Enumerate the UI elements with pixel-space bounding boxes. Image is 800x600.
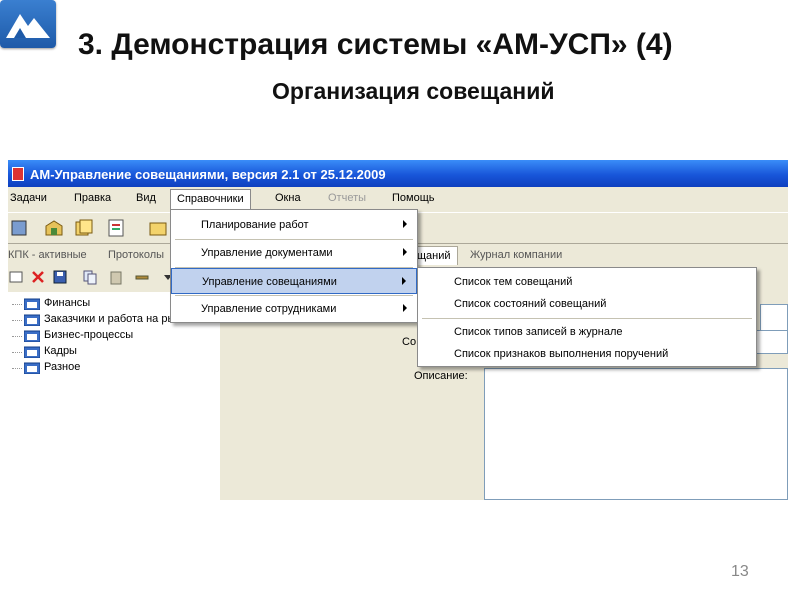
slide-subtitle: Организация совещаний: [272, 78, 555, 104]
description-label: Описание:: [414, 370, 468, 382]
submenu-meeting-topics[interactable]: Список тем совещаний: [418, 272, 756, 292]
meetings-submenu: Список тем совещаний Список состояний со…: [417, 267, 757, 367]
menu-bar: Задачи Правка Вид Справочники Окна Отчет…: [8, 189, 788, 211]
slide-title: 3. Демонстрация системы «АМ-УСП» (4): [78, 28, 673, 61]
menu-tasks[interactable]: Задачи: [10, 192, 47, 204]
tab-company-journal[interactable]: Журнал компании: [470, 249, 562, 261]
menu-reports[interactable]: Отчеты: [328, 192, 366, 204]
window-titlebar[interactable]: АМ-Управление совещаниями, версия 2.1 от…: [8, 160, 788, 187]
submenu-task-completion-flags[interactable]: Список признаков выполнения поручений: [418, 344, 756, 364]
menu-view[interactable]: Вид: [136, 192, 156, 204]
app-screenshot: АМ-Управление совещаниями, версия 2.1 от…: [8, 160, 788, 500]
menu-item-document-management[interactable]: Управление документами: [171, 240, 417, 266]
menu-windows[interactable]: Окна: [275, 192, 301, 204]
folder-toolbar-icon[interactable]: [148, 218, 168, 238]
folder-icon: [24, 346, 40, 358]
company-logo: [0, 0, 56, 48]
app-icon: [12, 167, 24, 181]
folder-icon: [24, 330, 40, 342]
submenu-meeting-states[interactable]: Список состояний совещаний: [418, 294, 756, 314]
submenu-arrow-icon: [403, 220, 407, 228]
tab-protocols[interactable]: Протоколы: [108, 249, 164, 261]
tasks-toolbar-icon[interactable]: [10, 218, 30, 238]
package-toolbar-icon[interactable]: [44, 218, 64, 238]
category-tree: Финансы Заказчики и работа на рынке Бизн…: [8, 292, 220, 500]
window-title: АМ-Управление совещаниями, версия 2.1 от…: [30, 167, 386, 182]
submenu-arrow-icon: [403, 248, 407, 256]
menu-edit[interactable]: Правка: [74, 192, 111, 204]
menu-item-meeting-management[interactable]: Управление совещаниями: [171, 268, 417, 294]
menu-item-staff-management[interactable]: Управление сотрудниками: [171, 296, 417, 322]
description-textarea[interactable]: [484, 368, 788, 500]
list-toolbar-icon[interactable]: [106, 218, 126, 238]
paste-icon[interactable]: [108, 269, 124, 285]
submenu-arrow-icon: [403, 304, 407, 312]
page-number: 13: [731, 563, 749, 580]
menu-help[interactable]: Помощь: [392, 192, 435, 204]
submenu-journal-entry-types[interactable]: Список типов записей в журнале: [418, 322, 756, 342]
folder-icon: [24, 298, 40, 310]
mountain-logo-icon: [6, 14, 50, 38]
partial-field-label: Со: [402, 336, 417, 348]
menu-reference[interactable]: Справочники: [170, 189, 251, 209]
submenu-arrow-icon: [402, 277, 406, 285]
save-icon[interactable]: [52, 269, 68, 285]
copy-icon[interactable]: [82, 269, 98, 285]
documents-toolbar-icon[interactable]: [74, 218, 94, 238]
reference-dropdown: Планирование работ Управление документам…: [170, 209, 418, 323]
folder-icon: [24, 314, 40, 326]
tool-icon[interactable]: [134, 269, 150, 285]
new-item-icon[interactable]: [8, 269, 24, 285]
delete-icon[interactable]: [30, 269, 46, 285]
menu-item-work-planning[interactable]: Планирование работ: [171, 212, 417, 238]
folder-icon: [24, 362, 40, 374]
tab-active-kpk[interactable]: КПК - активные: [8, 249, 87, 261]
